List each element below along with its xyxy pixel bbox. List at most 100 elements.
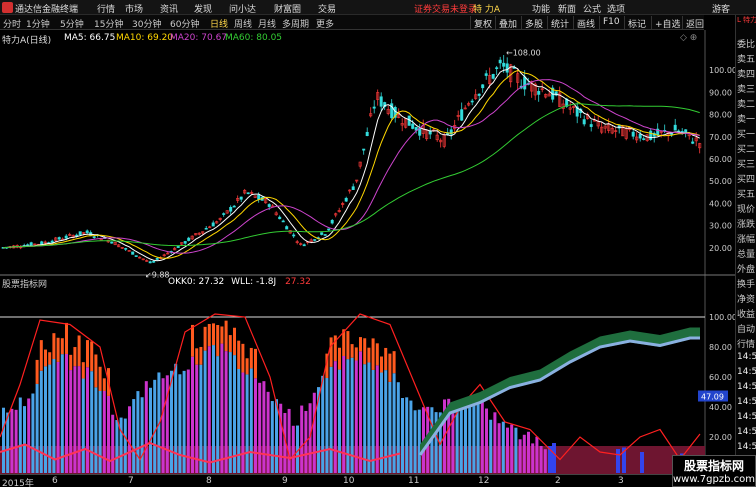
indicator-bar-top [375, 343, 379, 366]
tf-multi-period[interactable]: 多周期 [282, 17, 309, 30]
panel-item: 14:5 [737, 382, 756, 392]
candle-body [344, 197, 348, 202]
indicator-bar-top [35, 359, 39, 384]
menu-faxian[interactable]: 发现 [194, 2, 212, 15]
tf-daily[interactable]: 日线 [210, 17, 228, 30]
indicator-bar-top [350, 344, 354, 358]
price-tick: 50.00 [709, 177, 732, 186]
indicator-bar-top [363, 338, 367, 365]
candle-body [495, 67, 499, 69]
indicator-bar [195, 364, 199, 473]
menu-xinmian[interactable]: 新面 [558, 2, 576, 15]
indicator-bar [338, 369, 341, 473]
tf-30min[interactable]: 30分钟 [132, 17, 161, 30]
tf-1min[interactable]: 1分钟 [26, 17, 50, 30]
wll-value: WLL: -1.8J [231, 277, 277, 287]
indicator-bar [90, 371, 94, 473]
candle-body [246, 192, 250, 195]
menu-youke[interactable]: 游客 [712, 2, 730, 15]
panel-header: L 特力A [737, 16, 756, 24]
indicator-bar-top [329, 337, 333, 367]
indicator-tick: 100.00 [709, 313, 735, 322]
candle-body [40, 241, 44, 245]
indicator-bar-top [220, 326, 224, 344]
date-label: 12 [478, 476, 490, 486]
indicator-bar-top [77, 335, 81, 367]
indicator-bar [535, 436, 539, 473]
panel-item: 买四 [737, 175, 756, 185]
tf-fenshi[interactable]: 分时 [3, 17, 21, 30]
menu-gongshi[interactable]: 公式 [583, 2, 601, 15]
indicator-bar [10, 408, 14, 473]
candle-body [649, 130, 653, 140]
indicator-bar [136, 391, 140, 473]
btn-f10[interactable]: F10 [599, 16, 623, 29]
indicator-bar [518, 439, 522, 473]
btn-biaoji[interactable]: 标记 [624, 16, 649, 30]
candle-body [267, 204, 271, 207]
indicator-bar-top [388, 353, 392, 382]
btn-duogu[interactable]: 多股 [521, 16, 546, 30]
tf-monthly[interactable]: 月线 [258, 17, 276, 30]
indicator-bar [123, 418, 127, 473]
menu-zixun[interactable]: 资讯 [160, 2, 178, 15]
candlesticks: ←108.00 ↙9.88 [1, 48, 702, 280]
tf-weekly[interactable]: 周线 [234, 17, 252, 30]
indicator-bar [543, 449, 547, 473]
indicator-title[interactable]: 股票指标网 [2, 277, 47, 290]
indicator-bar [270, 401, 274, 473]
date-label: 2015年 [2, 479, 34, 487]
panel-item: 买一 [737, 130, 756, 140]
candle-body [257, 194, 261, 200]
btn-add-watchlist[interactable]: +自选 [651, 16, 684, 30]
indicator-bar [266, 391, 270, 473]
indicator-bar [220, 343, 224, 473]
menu-wenxiaoda[interactable]: 问小达 [229, 2, 256, 15]
btn-fuquan[interactable]: 复权 [470, 16, 495, 30]
indicator-bar [363, 364, 367, 473]
candle-body [57, 237, 61, 240]
btn-huaxian[interactable]: 画线 [573, 16, 598, 30]
btn-back[interactable]: 返回 [682, 16, 707, 30]
indicator-bar [640, 452, 644, 473]
candle-body [691, 141, 695, 144]
moving-average-lines [3, 66, 700, 262]
tf-5min[interactable]: 5分钟 [60, 17, 84, 30]
menu-shichang[interactable]: 市场 [125, 2, 143, 15]
menu-jiaoyi[interactable]: 交易 [318, 2, 336, 15]
indicator-bar [199, 364, 203, 473]
candle-body [411, 123, 415, 129]
indicator-bar [501, 421, 505, 473]
trade-login-status[interactable]: 证券交易未登录 [414, 2, 477, 15]
tf-15min[interactable]: 15分钟 [94, 17, 123, 30]
candle-body [232, 205, 236, 208]
panel-item: 买五 [737, 190, 756, 200]
tf-more[interactable]: 更多 [316, 17, 334, 30]
date-label: 3 [618, 476, 624, 486]
kline-chart[interactable]: ←108.00 ↙9.88 100.00 90.00 80.00 70.00 60.00 5… [0, 30, 735, 474]
menu-hangqing[interactable]: 行情 [97, 2, 115, 15]
tf-60min[interactable]: 60分钟 [170, 17, 199, 30]
indicator-bar [216, 356, 220, 473]
candle-body [523, 76, 527, 90]
indicator-bar [287, 408, 291, 473]
candle-body [292, 234, 296, 237]
indicator-bar [249, 368, 253, 473]
menu-gongneng[interactable]: 功能 [532, 2, 550, 15]
indicator-bar [262, 381, 266, 473]
indicator-bar [207, 346, 211, 473]
panel-item: 涨跌 [737, 220, 756, 230]
date-label: 2 [555, 476, 561, 486]
menu-xuanxiang[interactable]: 选项 [607, 2, 625, 15]
watermark-url: www.7gpzb.com [673, 474, 755, 485]
panel-item: 买二 [737, 145, 756, 155]
menu-caifuquan[interactable]: 财富圈 [274, 2, 301, 15]
candle-body [484, 73, 488, 76]
btn-diejia[interactable]: 叠加 [495, 16, 520, 30]
indicator-bar-top [90, 341, 94, 372]
indicator-bar-top [392, 351, 396, 374]
btn-tongji[interactable]: 统计 [547, 16, 572, 30]
indicator-bar-top [354, 347, 358, 361]
candle-body [85, 230, 89, 234]
title-bar: 通达信金融终端 行情 市场 资讯 发现 问小达 财富圈 交易 证券交易未登录 特… [0, 0, 756, 15]
